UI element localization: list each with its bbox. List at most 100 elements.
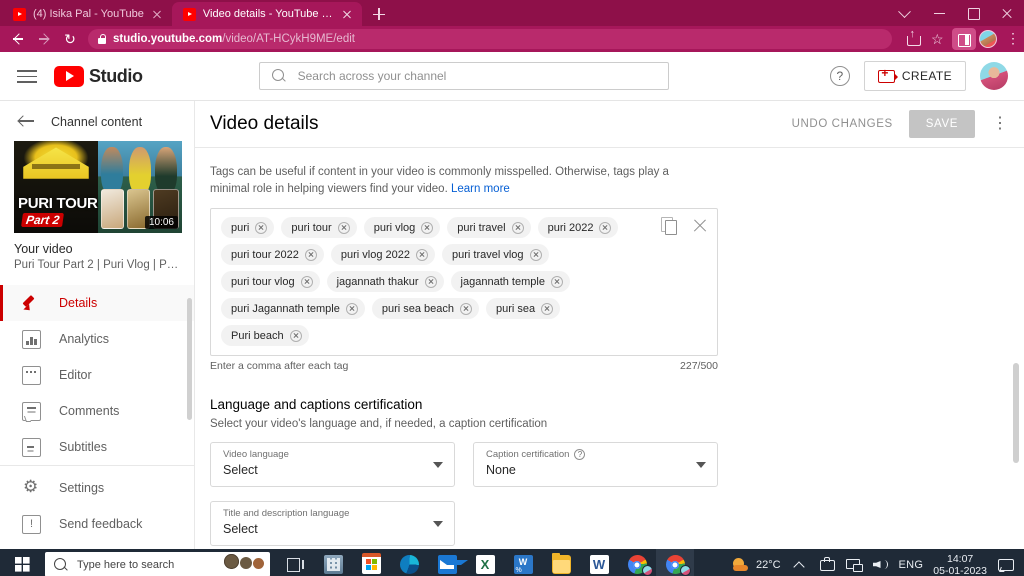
sidebar-item-editor[interactable]: Editor [0,357,194,393]
browser-tab-2[interactable]: Video details - YouTube Studio [171,2,362,26]
maximize-icon[interactable] [956,0,990,26]
avatar[interactable] [980,62,1008,90]
search-input[interactable]: Search across your channel [258,62,669,90]
remove-tag-icon[interactable] [345,302,358,315]
sidebar-item-analytics[interactable]: Analytics [0,321,194,357]
chrome-icon[interactable] [618,549,656,576]
tags-input-box[interactable]: puri puri tour puri vlog puri travel pur… [210,208,718,356]
file-explorer-icon[interactable] [542,549,580,576]
chrome-icon-active[interactable] [656,549,694,576]
close-icon[interactable] [990,0,1024,26]
back-icon[interactable] [6,28,30,50]
close-icon[interactable] [151,8,163,20]
remove-tag-icon[interactable] [300,275,313,288]
sidebar-item-subtitles[interactable]: Subtitles [0,429,194,465]
remove-tag-icon[interactable] [541,302,554,315]
browser-tab-1[interactable]: (4) Isika Pal - YouTube [2,2,172,26]
network-icon[interactable] [845,556,863,573]
kebab-menu-icon[interactable] [987,113,1008,135]
tag-chip[interactable]: puri sea beach [371,298,480,319]
side-panel-icon[interactable] [952,28,976,50]
create-button[interactable]: CREATE [863,61,966,91]
language-indicator[interactable]: ENG [899,559,924,571]
tag-chip[interactable]: puri tour vlog [221,271,320,292]
remove-tag-icon[interactable] [255,221,268,234]
remove-tag-icon[interactable] [304,248,317,261]
onedrive-icon[interactable] [818,556,835,573]
bookmark-star-icon[interactable] [927,28,949,50]
calculator-icon[interactable] [314,549,352,576]
tag-chip[interactable]: puri tour [281,217,357,238]
video-thumbnail[interactable]: PURI TOUR Part 2 10:06 [14,141,182,233]
windows-taskbar: Type here to search 22°C [0,549,1024,576]
sidebar-item-send-feedback[interactable]: Send feedback [0,506,194,542]
word-online-icon[interactable] [504,549,542,576]
clock[interactable]: 14:07 05-01-2023 [933,553,987,576]
title-description-language-select[interactable]: Title and description language Select [210,501,455,546]
chevron-down-icon[interactable] [888,0,922,26]
hamburger-icon[interactable] [16,67,38,85]
forward-icon[interactable] [32,28,56,50]
windows-start-icon[interactable] [0,549,45,576]
excel-icon[interactable] [466,549,504,576]
remove-tag-icon[interactable] [424,275,437,288]
tag-chip[interactable]: puri 2022 [537,217,619,238]
tag-chip[interactable]: puri tour 2022 [221,244,324,265]
remove-tag-icon[interactable] [337,221,350,234]
reload-icon[interactable]: ↻ [58,28,82,50]
share-icon[interactable] [902,28,924,50]
sidebar-item-settings[interactable]: Settings [0,470,194,506]
mail-icon[interactable] [428,549,468,576]
tag-chip[interactable]: jagannath thakur [326,271,444,292]
sidebar-item-comments[interactable]: Comments [0,393,194,429]
remove-tag-icon[interactable] [529,248,542,261]
microsoft-store-icon[interactable] [352,549,390,576]
remove-tag-icon[interactable] [416,248,428,261]
remove-tag-icon[interactable] [550,275,563,288]
tag-chip[interactable]: puri travel vlog [442,244,549,265]
close-icon[interactable] [341,8,353,20]
tab-title: (4) Isika Pal - YouTube [33,8,144,20]
help-icon[interactable]: ? [574,449,586,460]
edge-icon[interactable] [390,549,428,576]
minimize-icon[interactable] [922,0,956,26]
tag-chip[interactable]: puri Jagannath temple [221,298,365,319]
tag-chip[interactable]: jagannath temple [450,271,570,292]
address-bar[interactable]: studio.youtube.com/video/AT-HCykH9ME/edi… [88,29,892,49]
new-tab-button[interactable] [366,2,392,26]
studio-logo[interactable]: Studio [54,65,143,87]
copy-icon[interactable] [661,217,677,235]
browser-menu-icon[interactable] [1000,28,1020,50]
learn-more-link[interactable]: Learn more [451,183,510,195]
remove-tag-icon[interactable] [421,221,434,234]
main-scrollbar[interactable] [1013,363,1019,463]
taskbar-search-input[interactable]: Type here to search [45,552,270,576]
tag-chip[interactable]: Puri beach [221,325,309,346]
tag-chip[interactable]: puri vlog [363,217,441,238]
notification-center-icon[interactable] [997,556,1014,573]
sidebar-item-label: Details [59,296,98,310]
remove-tag-icon[interactable] [460,302,473,315]
video-language-select[interactable]: Video language Select [210,442,455,487]
remove-tag-icon[interactable] [511,221,524,234]
sidebar-scrollbar[interactable] [187,298,192,420]
tag-chip[interactable]: puri [221,217,275,238]
profile-avatar[interactable] [979,30,997,48]
sidebar-item-details[interactable]: Details [0,285,194,321]
remove-tag-icon[interactable] [289,329,302,342]
remove-tag-icon[interactable] [599,221,612,234]
show-hidden-icons-chevron[interactable] [791,556,808,573]
tag-chip[interactable]: puri travel [447,217,531,238]
save-button[interactable]: SAVE [908,110,975,138]
weather-widget[interactable]: 22°C [732,557,781,572]
tag-chip[interactable]: puri sea [486,298,561,319]
clear-icon[interactable] [692,217,708,233]
word-icon[interactable] [580,549,618,576]
task-view-icon[interactable] [276,549,314,576]
undo-changes-button[interactable]: UNDO CHANGES [788,112,897,136]
channel-content-back[interactable]: Channel content [0,101,194,141]
tag-chip[interactable]: puri vlog 2022 [330,244,435,265]
volume-icon[interactable] [872,556,889,573]
help-icon[interactable]: ? [829,66,850,86]
caption-certification-select[interactable]: Caption certification ? None [473,442,718,487]
